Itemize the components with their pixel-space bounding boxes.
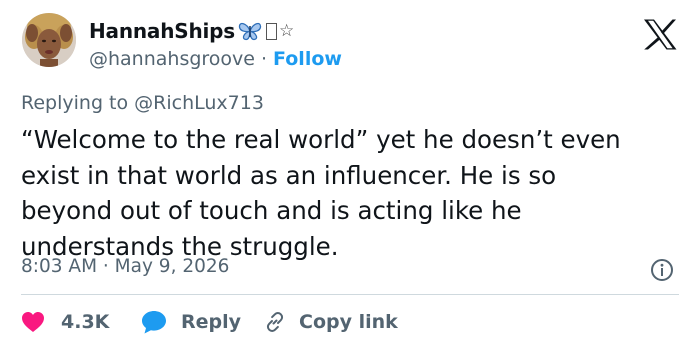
x-logo-icon[interactable] — [643, 19, 677, 50]
reply-label: Reply — [181, 311, 242, 333]
butterfly-emoji-icon — [238, 21, 262, 41]
author-handle[interactable]: @hannahsgroove — [89, 48, 255, 70]
tweet-card: HannahShips ☆ @hannahsgroove · Follow Re… — [0, 0, 700, 348]
info-icon[interactable] — [650, 258, 674, 282]
divider — [21, 294, 679, 295]
reply-bubble-icon — [142, 311, 166, 334]
missing-glyph-icon — [265, 22, 277, 40]
like-button[interactable]: 4.3K — [21, 311, 141, 333]
follow-button[interactable]: Follow — [273, 48, 342, 70]
action-bar: 4.3K Reply Copy link — [21, 308, 398, 336]
copy-link-button[interactable]: Copy link — [263, 310, 398, 334]
avatar[interactable] — [22, 13, 76, 67]
like-count: 4.3K — [61, 311, 110, 333]
copy-link-label: Copy link — [299, 311, 398, 333]
star-glyph: ☆ — [278, 21, 295, 41]
reply-button[interactable]: Reply — [141, 310, 263, 334]
replying-to: Replying to @RichLux713 — [21, 92, 264, 114]
author-name-row: HannahShips ☆ — [89, 16, 294, 46]
separator-dot: · — [261, 48, 268, 70]
author-display-name[interactable]: HannahShips — [89, 19, 235, 43]
tweet-timestamp[interactable]: 8:03 AM · May 9, 2026 — [21, 256, 229, 277]
heart-icon — [22, 312, 44, 332]
link-icon — [266, 312, 284, 332]
author-handle-row: @hannahsgroove · Follow — [89, 46, 342, 72]
tweet-text: “Welcome to the real world” yet he doesn… — [21, 125, 621, 261]
avatar-image — [22, 13, 76, 67]
